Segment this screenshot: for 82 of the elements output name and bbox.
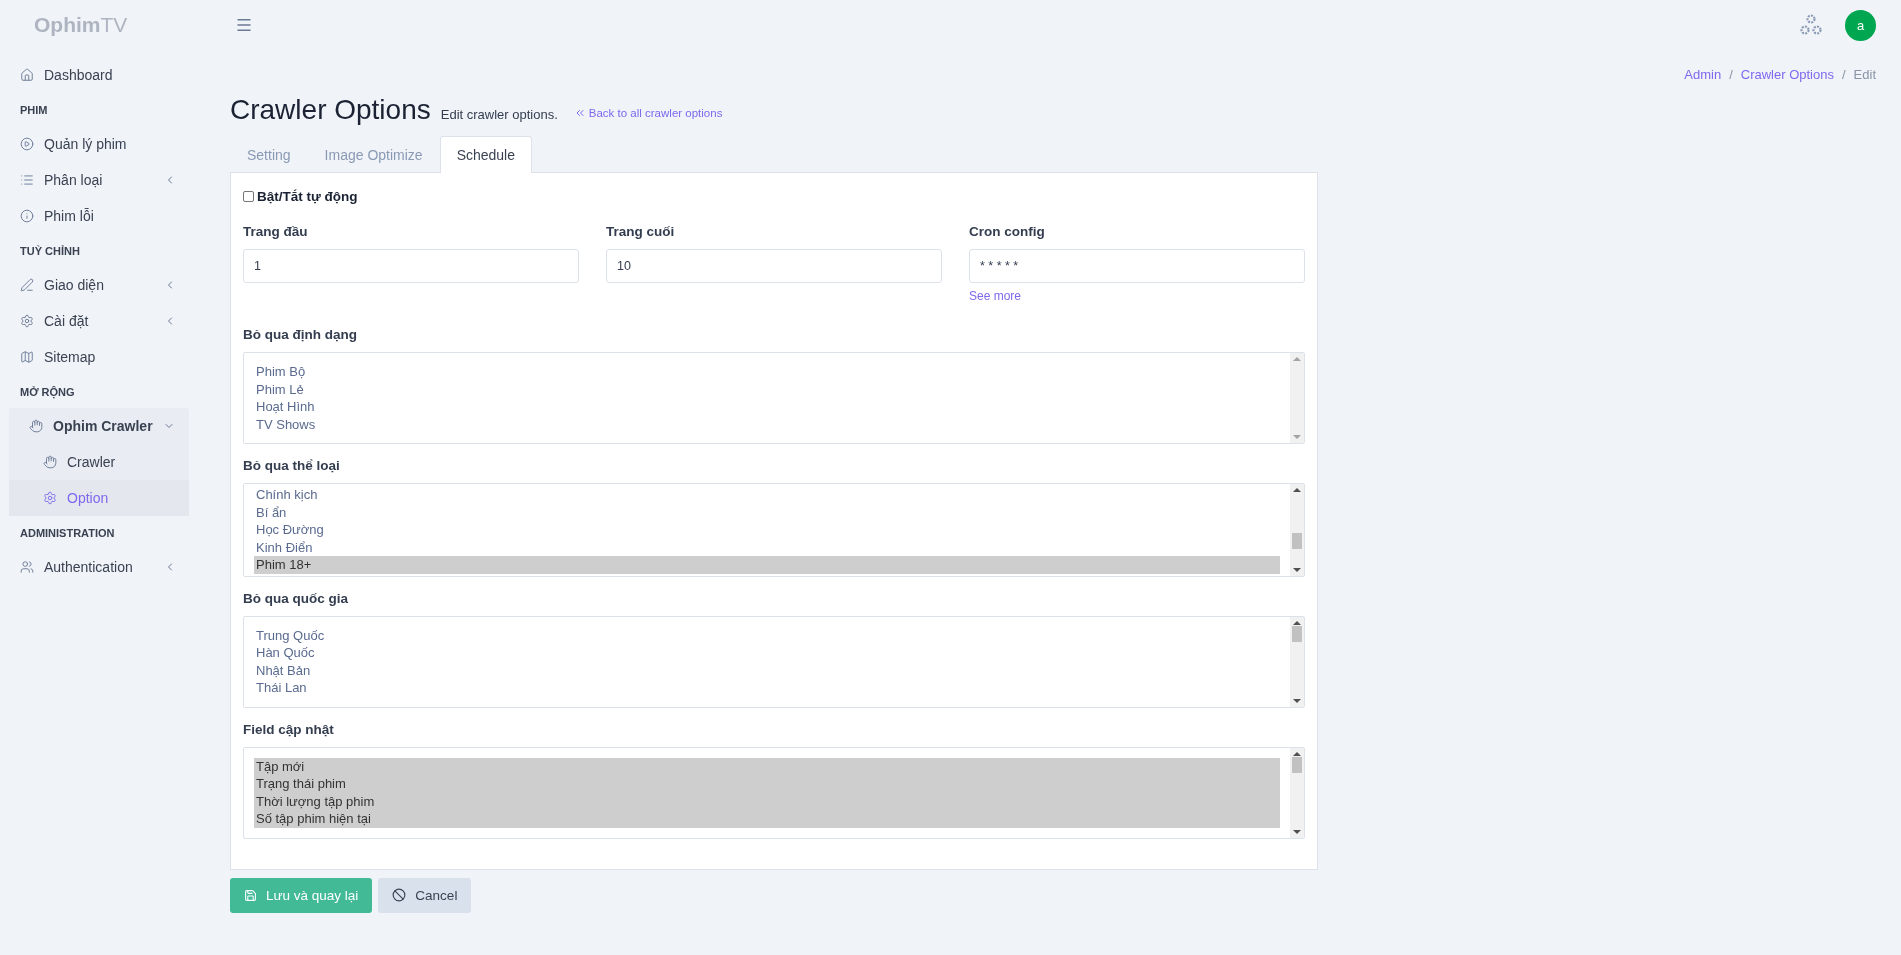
- list-option[interactable]: Hoạt Hình: [254, 398, 1280, 416]
- list-option[interactable]: TV Shows: [254, 415, 1280, 433]
- input-field[interactable]: 1: [243, 249, 579, 283]
- hand-icon: [29, 419, 43, 433]
- field-label: Field cập nhật: [243, 721, 335, 737]
- sidebar-item[interactable]: Cài đặt: [0, 303, 190, 339]
- breadcrumb-current: Edit: [1853, 67, 1876, 82]
- users-icon: [20, 560, 34, 574]
- scroll-up-arrow-icon[interactable]: [1293, 750, 1301, 757]
- home-icon: [20, 68, 34, 82]
- scrollbar-thumb[interactable]: [1292, 533, 1302, 549]
- list-option[interactable]: Bí ẩn: [254, 503, 1280, 521]
- list-option[interactable]: Số tập phim hiện tại: [254, 810, 1280, 828]
- list-option[interactable]: Nhật Bản: [254, 661, 1280, 679]
- scroll-up-arrow-icon[interactable]: [1293, 619, 1301, 626]
- breadcrumb-link[interactable]: Admin: [1684, 67, 1722, 82]
- field-label: Trang cuối: [606, 224, 676, 239]
- list-option[interactable]: Phim Bộ: [254, 363, 1280, 381]
- field-label: Bỏ qua quốc gia: [243, 590, 349, 606]
- menu-icon[interactable]: [235, 16, 253, 34]
- back-link[interactable]: Back to all crawler options: [573, 107, 723, 119]
- page-title: Crawler Options: [230, 94, 431, 126]
- list-option[interactable]: Thái Lan: [254, 679, 1280, 697]
- auto-toggle-checkbox[interactable]: Bật/Tắt tự động: [243, 189, 1305, 204]
- pen-icon: [20, 278, 34, 292]
- breadcrumb-separator: /: [1841, 67, 1846, 82]
- hand-icon: [43, 455, 57, 469]
- play-circle-icon: [20, 137, 34, 151]
- sidebar-item[interactable]: Ophim Crawler: [9, 408, 189, 444]
- multi-select-list[interactable]: Trung Quốc Hàn Quốc Nhật Bản Thái Lan: [243, 615, 1305, 708]
- page-subtitle: Edit crawler options.: [440, 107, 558, 122]
- gear-icon: [20, 314, 34, 328]
- ban-icon: [392, 888, 407, 902]
- sidebar-heading: PHIM: [19, 103, 49, 118]
- input-field[interactable]: 10: [606, 249, 942, 283]
- cancel-button[interactable]: Cancel: [378, 877, 472, 913]
- sidebar-item[interactable]: Quản lý phim: [0, 126, 190, 162]
- breadcrumb-separator: /: [1729, 67, 1733, 82]
- field-label: Trang đầu: [243, 224, 309, 239]
- multi-select-list[interactable]: Chính kịch Bí ẩn Học Đường Kinh Điển Phim 18+: [243, 483, 1305, 577]
- scroll-down-arrow-icon[interactable]: [1293, 697, 1301, 704]
- list-option[interactable]: Hàn Quốc: [254, 644, 1280, 662]
- scroll-up-arrow-icon[interactable]: [1293, 487, 1301, 493]
- gear-icon: [43, 491, 57, 505]
- sidebar-heading: MỞ RỘNG: [19, 385, 76, 401]
- scroll-down-arrow-icon[interactable]: [1293, 566, 1301, 573]
- map-icon: [20, 350, 34, 364]
- multi-select-list[interactable]: Phim Bộ Phim Lẻ Hoạt Hình TV Shows: [243, 352, 1305, 444]
- sidebar-item[interactable]: Authentication: [0, 549, 190, 585]
- sidebar-heading: TUỲ CHỈNH: [19, 244, 81, 259]
- sidebar-heading: ADMINISTRATION: [19, 526, 116, 541]
- list-icon: [20, 173, 34, 187]
- sidebar-item[interactable]: Phim lỗi: [0, 198, 190, 234]
- info-icon: [20, 209, 34, 223]
- list-option[interactable]: Tập mới: [254, 757, 1280, 775]
- scrollbar-thumb[interactable]: [1292, 756, 1302, 773]
- breadcrumb-link[interactable]: Crawler Options: [1740, 67, 1834, 82]
- input-field[interactable]: * * * * *: [969, 249, 1305, 283]
- sidebar-item[interactable]: Phân loại: [0, 162, 190, 198]
- field-label: Cron config: [969, 224, 1046, 239]
- sidebar-item[interactable]: Dashboard: [0, 57, 190, 93]
- scroll-down-arrow-icon[interactable]: [1293, 828, 1301, 835]
- field-label: Bỏ qua định dạng: [243, 327, 358, 342]
- list-option[interactable]: Phim 18+: [254, 556, 1280, 574]
- sidebar-item[interactable]: Giao diện: [0, 267, 190, 303]
- user-avatar[interactable]: a: [1845, 9, 1876, 41]
- save-icon: [244, 888, 257, 902]
- list-option[interactable]: Trạng thái phim: [254, 775, 1280, 793]
- sidebar-item[interactable]: Crawler: [9, 444, 189, 480]
- gears-icon[interactable]: [1799, 13, 1823, 37]
- sidebar-item[interactable]: Option: [9, 480, 189, 516]
- list-option[interactable]: Học Đường: [254, 521, 1280, 539]
- scrollbar-thumb[interactable]: [1292, 625, 1302, 642]
- multi-select-list[interactable]: Tập mới Trạng thái phim Thời lượng tập phim Số tập phim hiện tại: [243, 746, 1305, 839]
- list-option[interactable]: Trung Quốc: [254, 626, 1280, 644]
- list-option[interactable]: Phim Lẻ: [254, 380, 1280, 398]
- list-option[interactable]: Kinh Điển: [254, 538, 1280, 556]
- sidebar-item[interactable]: Sitemap: [0, 339, 190, 375]
- tab[interactable]: Schedule: [439, 136, 533, 173]
- list-option[interactable]: Chính kịch: [254, 486, 1280, 504]
- see-more-link[interactable]: See more: [969, 289, 1305, 303]
- field-label: Bỏ qua thể loại: [243, 458, 341, 473]
